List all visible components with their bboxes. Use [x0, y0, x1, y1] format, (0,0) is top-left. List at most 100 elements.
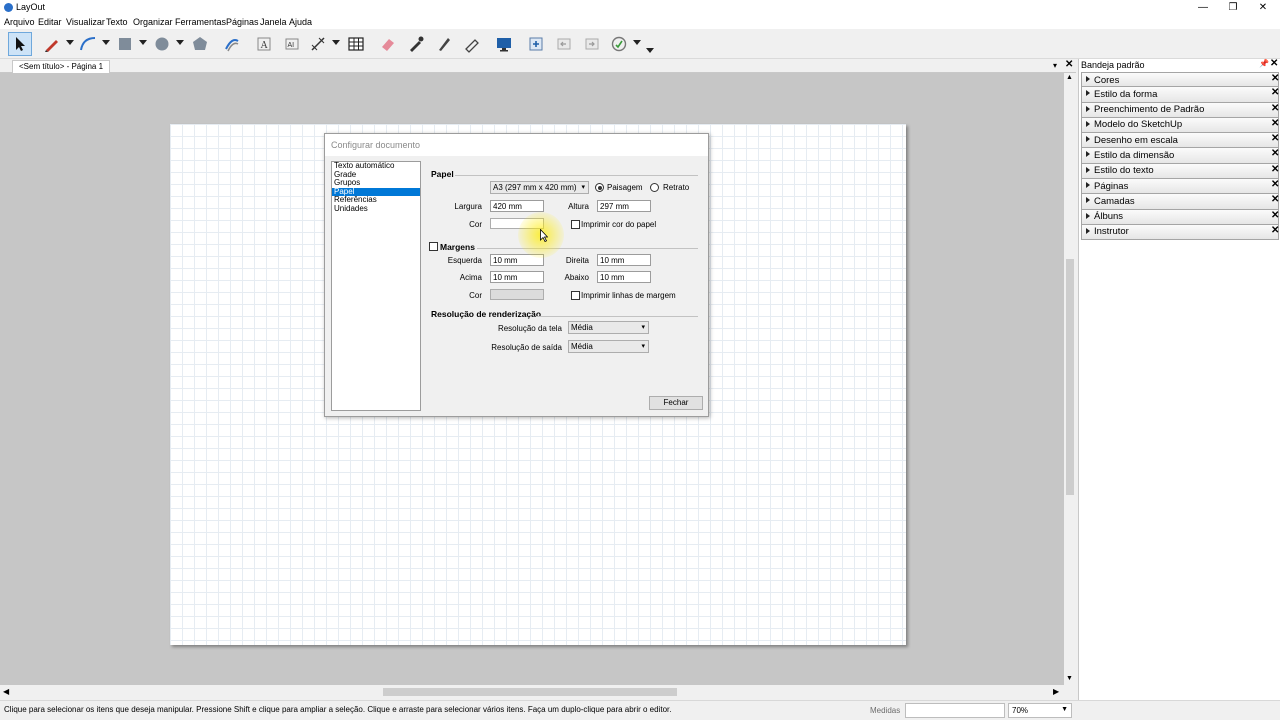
rectangle-tool-button[interactable] — [113, 32, 137, 56]
screen-resolution-select[interactable]: Média ▾ — [568, 321, 649, 334]
tray-panel-camadas[interactable]: Camadas ✕ — [1081, 194, 1279, 210]
panel-close-icon[interactable]: ✕ — [1271, 87, 1279, 98]
panel-close-icon[interactable]: ✕ — [1271, 103, 1279, 114]
previous-page-button[interactable] — [552, 32, 576, 56]
tab-list-dropdown[interactable]: ▾ — [1053, 61, 1057, 70]
label-tool-button[interactable]: AI — [280, 32, 304, 56]
tray-panel-estilo-texto[interactable]: Estilo do texto ✕ — [1081, 163, 1279, 180]
menu-ferramentas[interactable]: Ferramentas — [175, 17, 226, 27]
title-bar: LayOut — ❐ ✕ — [0, 0, 1280, 15]
tray-panel-preenchimento[interactable]: Preenchimento de Padrão ✕ — [1081, 102, 1279, 118]
panel-close-icon[interactable]: ✕ — [1271, 164, 1279, 175]
restore-button[interactable]: ❐ — [1218, 0, 1248, 15]
scroll-down-arrow-icon[interactable]: ▼ — [1066, 675, 1073, 682]
scroll-up-arrow-icon[interactable]: ▲ — [1066, 74, 1073, 81]
horizontal-scroll-thumb[interactable] — [383, 688, 677, 696]
join-tool-button[interactable] — [460, 32, 484, 56]
panel-close-icon[interactable]: ✕ — [1271, 225, 1279, 236]
margins-checkbox[interactable] — [429, 242, 438, 251]
menu-organizar[interactable]: Organizar — [133, 17, 173, 27]
select-tool-button[interactable] — [8, 32, 32, 56]
close-button[interactable]: ✕ — [1248, 0, 1278, 15]
close-dialog-button[interactable]: Fechar — [649, 396, 703, 410]
menu-visualizar[interactable]: Visualizar — [66, 17, 105, 27]
panel-close-icon[interactable]: ✕ — [1271, 179, 1279, 190]
dimension-tool-button[interactable] — [306, 32, 330, 56]
print-margin-lines-checkbox[interactable] — [571, 291, 580, 300]
tray-panel-estilo-forma[interactable]: Estilo da forma ✕ — [1081, 87, 1279, 103]
margin-top-input[interactable]: 10 mm — [490, 271, 544, 283]
toolbar-overflow-dropdown[interactable] — [646, 48, 654, 53]
arc-dropdown[interactable] — [102, 40, 110, 45]
landscape-radio[interactable] — [595, 183, 604, 192]
tray-panel-desenho-escala[interactable]: Desenho em escala ✕ — [1081, 133, 1279, 149]
table-tool-button[interactable] — [344, 32, 368, 56]
print-paper-color-checkbox[interactable] — [571, 220, 580, 229]
next-page-button[interactable] — [580, 32, 604, 56]
tray-close-button[interactable]: ✕ — [1270, 58, 1278, 69]
print-margin-lines-label: Imprimir linhas de margem — [581, 291, 676, 300]
dialog-title: Configurar documento — [325, 134, 708, 156]
panel-close-icon[interactable]: ✕ — [1271, 210, 1279, 221]
category-list[interactable]: Texto automático Grade Grupos Papel Refe… — [331, 161, 421, 411]
horizontal-scrollbar[interactable]: ◀ ▶ — [0, 685, 1064, 699]
tab-document[interactable]: <Sem título> - Página 1 — [12, 60, 111, 73]
pencil-tool-button[interactable] — [40, 32, 64, 56]
margin-bottom-input[interactable]: 10 mm — [597, 271, 651, 283]
add-page-button[interactable] — [524, 32, 548, 56]
sketchup-model-button[interactable] — [607, 32, 631, 56]
margin-right-input[interactable]: 10 mm — [597, 254, 651, 266]
height-input[interactable]: 297 mm — [597, 200, 651, 212]
pencil-dropdown[interactable] — [66, 40, 74, 45]
eraser-tool-button[interactable] — [376, 32, 400, 56]
eyedropper-tool-button[interactable] — [404, 32, 428, 56]
paper-size-select[interactable]: A3 (297 mm x 420 mm) ▾ — [490, 181, 589, 194]
tray-panel-paginas[interactable]: Páginas ✕ — [1081, 179, 1279, 195]
panel-close-icon[interactable]: ✕ — [1271, 133, 1279, 144]
arc-tool-button[interactable] — [76, 32, 100, 56]
width-input[interactable]: 420 mm — [490, 200, 544, 212]
panel-close-icon[interactable]: ✕ — [1271, 118, 1279, 129]
dimension-dropdown[interactable] — [332, 40, 340, 45]
scroll-left-arrow-icon[interactable]: ◀ — [3, 687, 9, 696]
text-tool-button[interactable]: A — [252, 32, 276, 56]
polygon-tool-button[interactable] — [188, 32, 212, 56]
margin-color-swatch[interactable] — [490, 289, 544, 300]
offset-tool-button[interactable] — [220, 32, 244, 56]
menu-arquivo[interactable]: Arquivo — [4, 17, 35, 27]
circle-tool-button[interactable] — [150, 32, 174, 56]
panel-close-icon[interactable]: ✕ — [1271, 194, 1279, 205]
tray-panel-modelo-sketchup[interactable]: Modelo do SketchUp ✕ — [1081, 117, 1279, 134]
zoom-select[interactable]: 70% ▼ — [1008, 703, 1072, 718]
category-unidades[interactable]: Unidades — [332, 204, 420, 214]
tray-panel-cores[interactable]: Cores ✕ — [1081, 72, 1279, 88]
rectangle-dropdown[interactable] — [139, 40, 147, 45]
menu-ajuda[interactable]: Ajuda — [289, 17, 312, 27]
menu-paginas[interactable]: Páginas — [226, 17, 259, 27]
circle-dropdown[interactable] — [176, 40, 184, 45]
scroll-right-arrow-icon[interactable]: ▶ — [1053, 687, 1059, 696]
table-icon — [348, 37, 364, 51]
sketchup-model-dropdown[interactable] — [633, 40, 641, 45]
tray-panel-albuns[interactable]: Álbuns ✕ — [1081, 209, 1279, 225]
panel-close-icon[interactable]: ✕ — [1271, 73, 1279, 84]
previous-page-icon — [557, 38, 571, 50]
presentation-button[interactable] — [492, 32, 516, 56]
minimize-button[interactable]: — — [1188, 0, 1218, 15]
vertical-scrollbar[interactable]: ▲ ▼ — [1064, 73, 1076, 685]
split-tool-button[interactable] — [432, 32, 456, 56]
menu-editar[interactable]: Editar — [38, 17, 62, 27]
pin-icon[interactable]: 📌 — [1259, 59, 1269, 68]
menu-janela[interactable]: Janela — [260, 17, 287, 27]
measurements-input[interactable] — [905, 703, 1005, 718]
portrait-radio[interactable] — [650, 183, 659, 192]
panel-close-icon[interactable]: ✕ — [1271, 148, 1279, 159]
output-resolution-select[interactable]: Média ▾ — [568, 340, 649, 353]
vertical-scroll-thumb[interactable] — [1066, 259, 1074, 495]
split-icon — [439, 38, 450, 51]
tray-panel-estilo-dimensao[interactable]: Estilo da dimensão ✕ — [1081, 148, 1279, 164]
tray-panel-instrutor[interactable]: Instrutor ✕ — [1081, 224, 1279, 241]
tab-close-button[interactable]: ✕ — [1065, 59, 1073, 70]
menu-texto[interactable]: Texto — [106, 17, 128, 27]
expand-triangle-icon — [1086, 182, 1090, 189]
